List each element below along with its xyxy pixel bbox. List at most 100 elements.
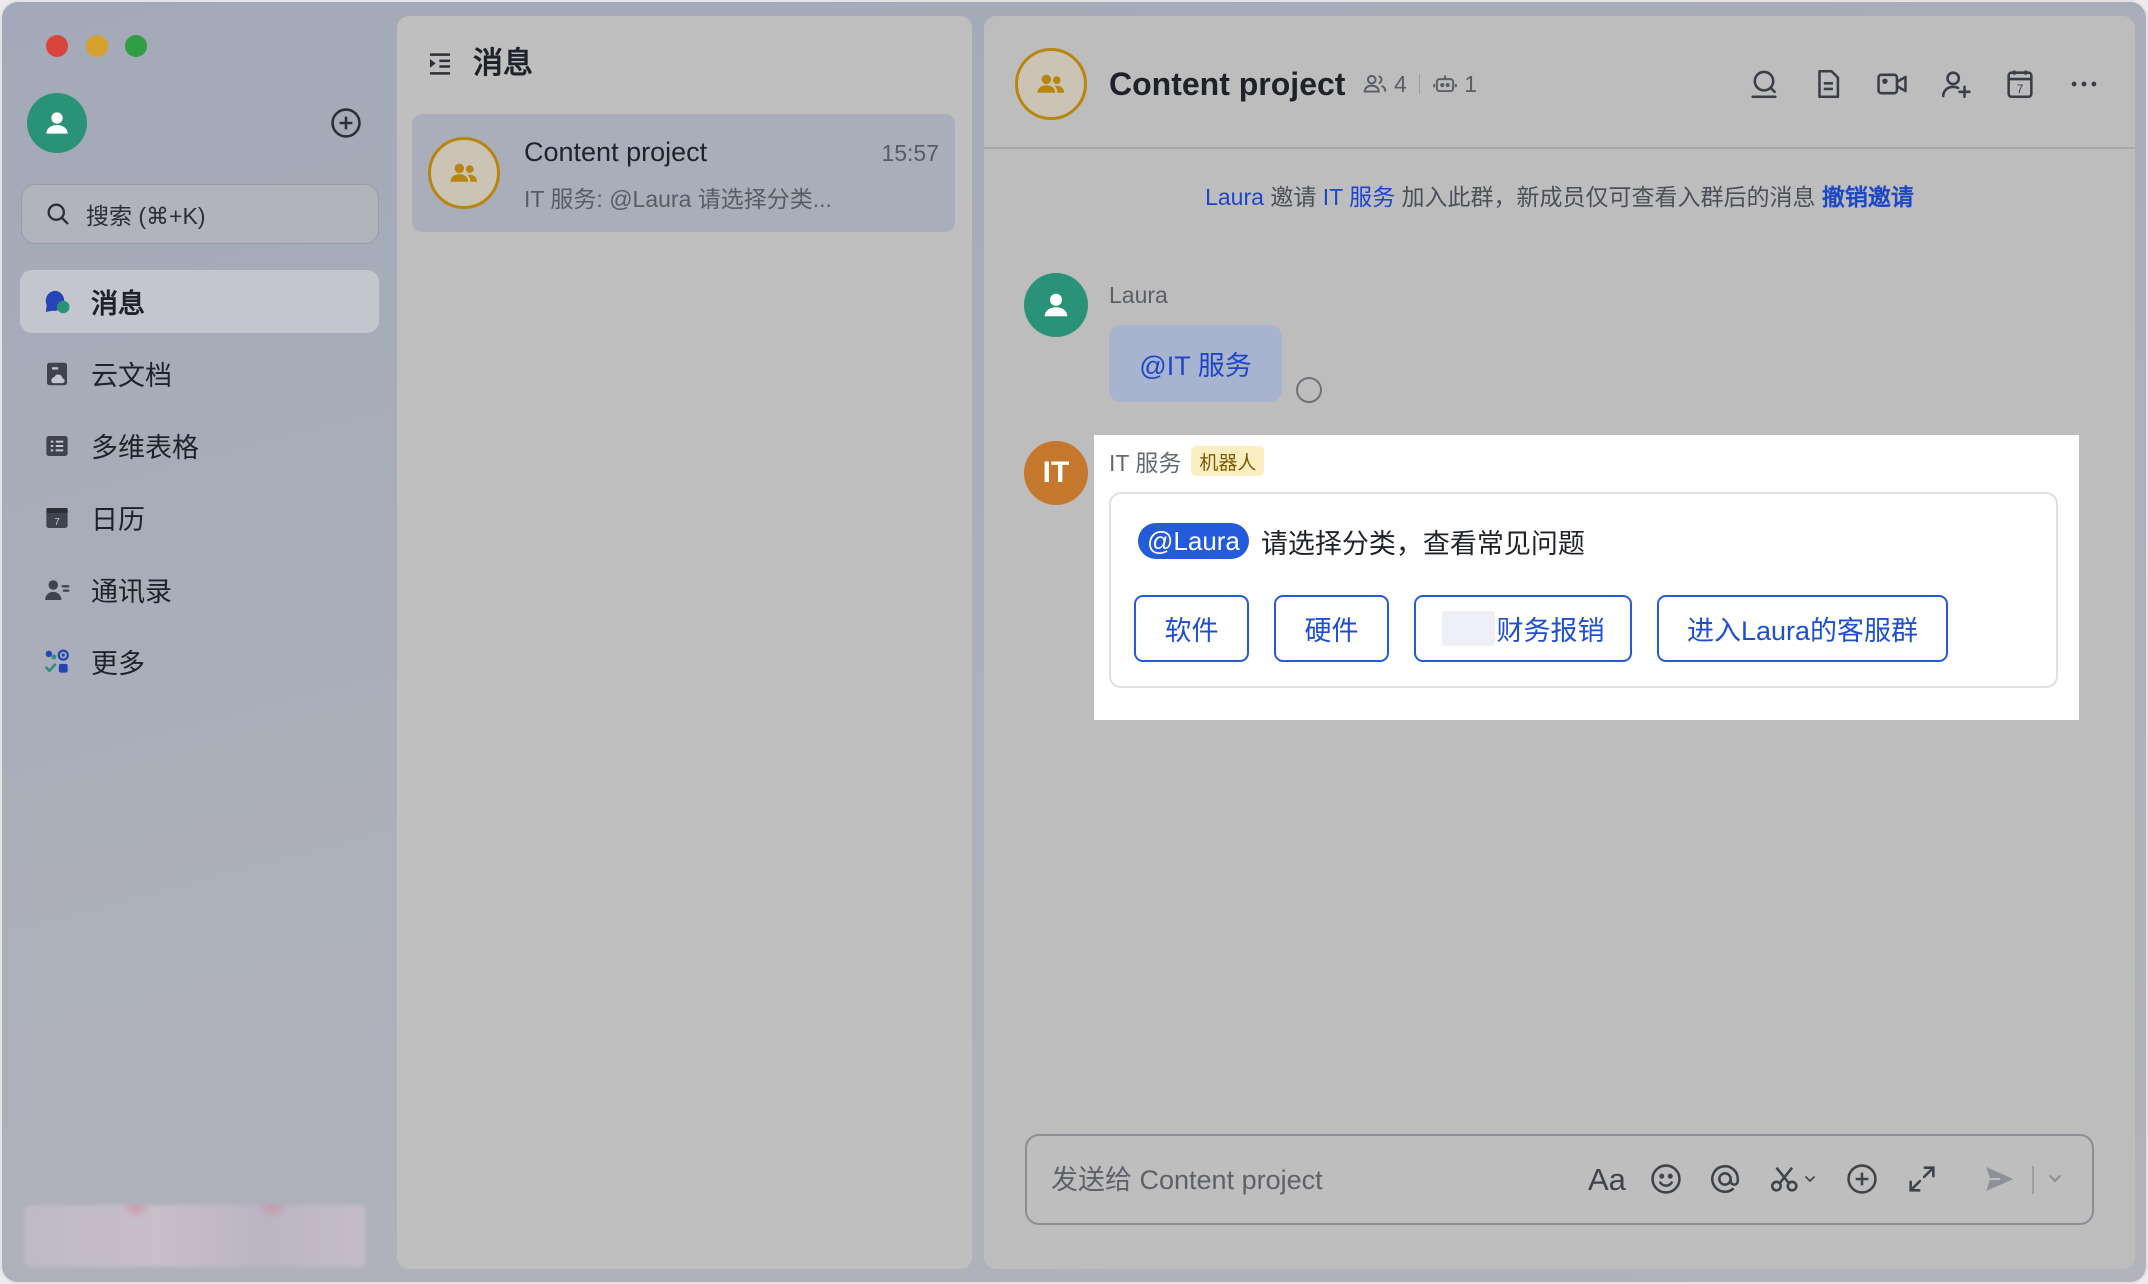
plus-circle-icon (1847, 1164, 1877, 1194)
bot-count: 1 (1464, 70, 1478, 97)
chevron-down-icon (2049, 1175, 2061, 1183)
sidebar-item-messages[interactable]: 消息 (20, 270, 379, 333)
more-actions-button[interactable] (1845, 1162, 1879, 1196)
app-window: 搜索 (⌘+K) 消息 云文档 多维表格 7 日历 通讯录 更多 消息 Cont… (0, 0, 2148, 1284)
system-message-actor[interactable]: Laura (1205, 184, 1264, 210)
bot-avatar-text: IT (1042, 456, 1070, 489)
sidebar-nav: 消息 云文档 多维表格 7 日历 通讯录 更多 (20, 270, 379, 702)
chat-group-avatar[interactable] (1015, 48, 1087, 120)
chat-list-item[interactable]: Content project 15:57 IT 服务: @Laura 请选择分… (412, 114, 955, 232)
chat-item-time: 15:57 (881, 140, 939, 166)
screenshot-button[interactable] (1768, 1162, 1818, 1196)
base-icon (46, 435, 68, 456)
plus-circle-icon (331, 108, 361, 138)
highlighted-bot-message: IT 服务 机器人 @Laura 请选择分类，查看常见问题 软件 硬件 财务报销… (1094, 435, 2079, 720)
category-software-button[interactable]: 软件 (1134, 595, 1249, 662)
add-member-icon[interactable] (1939, 67, 1973, 101)
sidebar-item-calendar[interactable]: 7 日历 (20, 486, 379, 549)
calendar-icon-day: 7 (2017, 82, 2024, 96)
card-prompt: @Laura 请选择分类，查看常见问题 (1138, 523, 1585, 559)
zoom-window-button[interactable] (125, 35, 147, 57)
chat-member-counts[interactable]: 4 1 (1362, 68, 1477, 100)
sidebar-item-base[interactable]: 多维表格 (20, 414, 379, 477)
send-button[interactable] (1982, 1162, 2018, 1196)
person-icon (1044, 293, 1068, 317)
more-icon[interactable] (2067, 67, 2101, 101)
category-hardware-button[interactable]: 硬件 (1274, 595, 1389, 662)
sidebar-item-contacts[interactable]: 通讯录 (20, 558, 379, 621)
document-icon[interactable] (1811, 67, 1845, 101)
text-format-icon[interactable]: Aa (1588, 1162, 1626, 1198)
chat-title[interactable]: Content project (1109, 64, 1345, 104)
button-label: 硬件 (1304, 616, 1359, 646)
chat-item-preview: IT 服务: @Laura 请选择分类... (524, 186, 832, 212)
card-buttons: 软件 硬件 财务报销 进入Laura的客服群 (1134, 595, 1948, 662)
button-label: 财务报销 (1496, 616, 1605, 646)
expand-icon (1909, 1166, 1935, 1192)
apps-icon (45, 649, 69, 673)
expand-editor-button[interactable] (1905, 1162, 1939, 1196)
search-icon (47, 203, 69, 225)
calendar-icon[interactable]: 7 (2003, 67, 2037, 101)
mention-pill[interactable]: @Laura (1138, 523, 1249, 559)
video-call-icon[interactable] (1875, 67, 1909, 101)
search-box[interactable]: 搜索 (⌘+K) (21, 184, 379, 244)
send-icon (1986, 1166, 2014, 1192)
join-service-group-button[interactable]: 进入Laura的客服群 (1657, 595, 1948, 662)
sidebar-item-label: 更多 (91, 649, 145, 679)
category-finance-button[interactable]: 财务报销 (1414, 595, 1632, 662)
revoke-invite-link[interactable]: 撤销邀请 (1822, 184, 1914, 210)
search-icon[interactable] (1747, 67, 1781, 101)
emoji-button[interactable] (1649, 1162, 1683, 1196)
robot-icon (1433, 75, 1458, 93)
chat-list-title: 消息 (473, 47, 533, 80)
docs-icon (47, 362, 67, 385)
chat-panel: Content project 4 1 7 Laura 邀请 IT 服务 加入此 (984, 16, 2135, 1269)
bot-name-row: IT 服务 机器人 (1109, 446, 1265, 476)
card-prompt-text: 请选择分类，查看常见问题 (1260, 528, 1585, 559)
collapse-list-icon[interactable] (425, 49, 455, 79)
system-message-verb: 邀请 (1270, 184, 1317, 210)
scissors-icon (1770, 1166, 1798, 1192)
search-placeholder: 搜索 (⌘+K) (86, 203, 206, 229)
bot-name: IT 服务 (1109, 450, 1182, 476)
contacts-icon (45, 579, 70, 600)
redacted-area (24, 1205, 365, 1267)
close-window-button[interactable] (46, 35, 68, 57)
sidebar-item-label: 日历 (91, 505, 145, 535)
create-button[interactable] (329, 106, 363, 140)
button-label: 软件 (1164, 616, 1219, 646)
send-divider (2032, 1166, 2034, 1194)
group-icon (450, 163, 478, 182)
chat-item-title: Content project (524, 137, 708, 167)
unread-circle-icon[interactable] (1296, 377, 1322, 403)
sender-avatar[interactable] (1024, 273, 1088, 337)
chat-header: Content project 4 1 7 (984, 16, 2135, 149)
system-message: Laura 邀请 IT 服务 加入此群，新成员仅可查看入群后的消息 撤销邀请 (984, 181, 2135, 213)
chat-list-panel: 消息 Content project 15:57 IT 服务: @Laura 请… (397, 16, 972, 1269)
send-options-button[interactable] (2044, 1162, 2066, 1196)
group-avatar (428, 137, 500, 209)
message-input-placeholder: 发送给 Content project (1051, 1165, 1323, 1195)
minimize-window-button[interactable] (86, 35, 108, 57)
user-avatar[interactable] (27, 93, 87, 153)
person-icon (46, 112, 68, 134)
sidebar-item-label: 云文档 (91, 361, 172, 391)
members-icon (1363, 74, 1387, 93)
message-icon (45, 290, 70, 313)
group-icon (1037, 74, 1065, 93)
sidebar-item-more[interactable]: 更多 (20, 630, 379, 693)
sidebar-item-docs[interactable]: 云文档 (20, 342, 379, 405)
message-bubble[interactable]: @IT 服务 (1109, 325, 1282, 402)
sidebar-item-label: 消息 (91, 289, 145, 319)
mention-button[interactable] (1708, 1162, 1742, 1196)
bot-avatar[interactable]: IT (1024, 441, 1088, 505)
sidebar-item-label: 通讯录 (91, 577, 172, 607)
sidebar-item-label: 多维表格 (91, 433, 199, 463)
button-icon-placeholder (1441, 611, 1495, 646)
system-message-target[interactable]: IT 服务 (1323, 184, 1395, 210)
member-count: 4 (1394, 70, 1407, 97)
system-message-text: 加入此群，新成员仅可查看入群后的消息 (1401, 184, 1816, 210)
chat-toolbar: 7 (1747, 67, 2101, 101)
message-input[interactable]: 发送给 Content project Aa (1025, 1134, 2094, 1225)
